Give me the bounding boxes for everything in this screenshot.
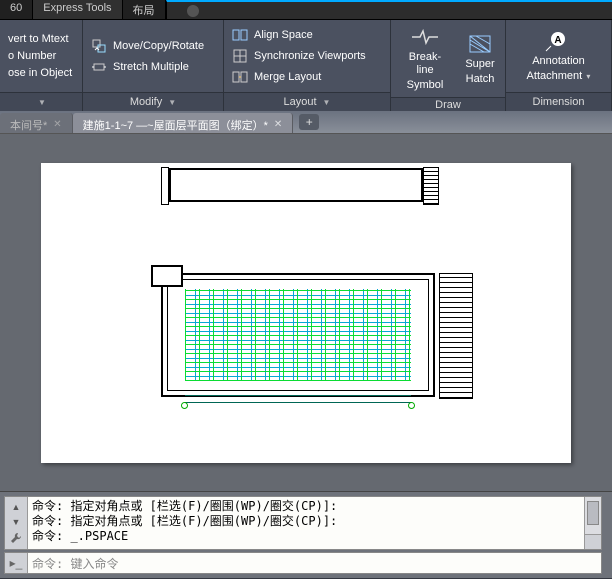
- align-space-icon: [232, 27, 248, 43]
- stretch-icon: [91, 59, 107, 75]
- panel-title-empty[interactable]: ▼: [0, 92, 82, 111]
- panel-modify: Move/Copy/Rotate Stretch Multiple Modify…: [83, 20, 224, 111]
- panel-title-draw: Draw: [391, 97, 505, 111]
- move-copy-icon: [91, 38, 107, 54]
- panel-text-partial: vert to Mtext o Number ose in Object ▼: [0, 20, 83, 111]
- btn-breakline-symbol[interactable]: Break-lineSymbol: [397, 23, 453, 94]
- dimension-line: [185, 395, 411, 403]
- close-icon[interactable]: ✕: [53, 119, 61, 130]
- panel-title-dimension: Dimension: [506, 92, 611, 111]
- ribbon-tab-filler: [166, 0, 612, 19]
- merge-layout-icon: [232, 69, 248, 85]
- drawing-workspace[interactable]: [0, 134, 612, 491]
- scrollbar[interactable]: [584, 497, 601, 549]
- btn-move-copy-rotate[interactable]: Move/Copy/Rotate: [89, 37, 206, 55]
- close-icon[interactable]: ✕: [274, 119, 282, 130]
- command-history-text: 命令: 指定对角点或 [栏选(F)/圈围(WP)/圈交(CP)]: 命令: 指定…: [28, 497, 584, 549]
- panel-layout: Align Space Synchronize Viewports Merge …: [224, 20, 391, 111]
- command-input-row[interactable]: ▸_ 命令: 键入命令: [4, 552, 602, 574]
- command-prompt-icon[interactable]: ▸_: [5, 553, 28, 573]
- btn-enclose-in-object[interactable]: ose in Object: [6, 66, 74, 80]
- btn-convert-to-mtext[interactable]: vert to Mtext: [6, 32, 74, 46]
- sync-viewports-icon: [232, 48, 248, 64]
- command-history: ▲ ▼ 命令: 指定对角点或 [栏选(F)/圈围(WP)/圈交(CP)]: 命令…: [4, 496, 602, 550]
- scrollbar-thumb[interactable]: [587, 501, 599, 525]
- panel-title-modify[interactable]: Modify▼: [83, 92, 223, 111]
- tab-express-tools[interactable]: Express Tools: [33, 0, 122, 19]
- chevron-down-icon: ▼: [323, 98, 331, 107]
- btn-sync-viewports[interactable]: Synchronize Viewports: [230, 47, 368, 65]
- title-block-strip: [169, 168, 423, 202]
- chevron-down-icon: ▼: [38, 98, 46, 107]
- btn-align-space[interactable]: Align Space: [230, 26, 368, 44]
- btn-super-hatch[interactable]: SuperHatch: [461, 23, 499, 94]
- document-tab-bar: 本间号*✕ 建施1-1~7 —~屋面层平面图（绑定）*✕ +: [0, 111, 612, 134]
- super-hatch-icon: [465, 32, 495, 56]
- panel-draw: Break-lineSymbol SuperHatch Draw: [391, 20, 506, 111]
- btn-stretch-multiple[interactable]: Stretch Multiple: [89, 58, 206, 76]
- plan-legend: [439, 273, 473, 399]
- command-gutter: ▲ ▼: [5, 497, 28, 549]
- btn-annotation-attachment[interactable]: A AnnotationAttachment ▾: [523, 23, 595, 89]
- panel-title-layout[interactable]: Layout▼: [224, 92, 390, 111]
- tab-layout-cn[interactable]: 布局: [123, 0, 166, 19]
- btn-merge-layout[interactable]: Merge Layout: [230, 68, 368, 86]
- paper-sheet[interactable]: [41, 163, 571, 463]
- grid-bubble: [181, 402, 188, 409]
- plus-icon: +: [306, 115, 313, 129]
- command-area: ▲ ▼ 命令: 指定对角点或 [栏选(F)/圈围(WP)/圈交(CP)]: 命令…: [0, 491, 612, 578]
- btn-auto-number[interactable]: o Number: [6, 49, 74, 63]
- chevron-down-icon: ▾: [584, 72, 590, 81]
- wrench-icon[interactable]: [10, 532, 22, 544]
- chevron-down-icon[interactable]: ▼: [12, 517, 21, 527]
- svg-text:A: A: [555, 35, 562, 46]
- ribbon: vert to Mtext o Number ose in Object ▼ M…: [0, 20, 612, 111]
- breakline-icon: [410, 25, 440, 49]
- ribbon-dot-icon: [187, 5, 199, 17]
- plan-grid: [185, 289, 411, 381]
- chevron-up-icon[interactable]: ▲: [12, 502, 21, 512]
- tab-360[interactable]: 60: [0, 0, 33, 19]
- floor-plan-viewport[interactable]: [161, 273, 435, 397]
- doc-tab-1[interactable]: 本间号*✕: [0, 113, 73, 133]
- command-input[interactable]: 命令: 键入命令: [28, 555, 601, 572]
- panel-dimension: A AnnotationAttachment ▾ Dimension: [506, 20, 612, 111]
- annotation-attach-icon: A: [543, 29, 573, 53]
- ribbon-tab-strip: 60 Express Tools 布局: [0, 0, 612, 20]
- doc-tab-2-active[interactable]: 建施1-1~7 —~屋面层平面图（绑定）*✕: [73, 113, 294, 133]
- new-tab-button[interactable]: +: [299, 114, 319, 130]
- chevron-down-icon: ▼: [168, 98, 176, 107]
- grid-bubble: [408, 402, 415, 409]
